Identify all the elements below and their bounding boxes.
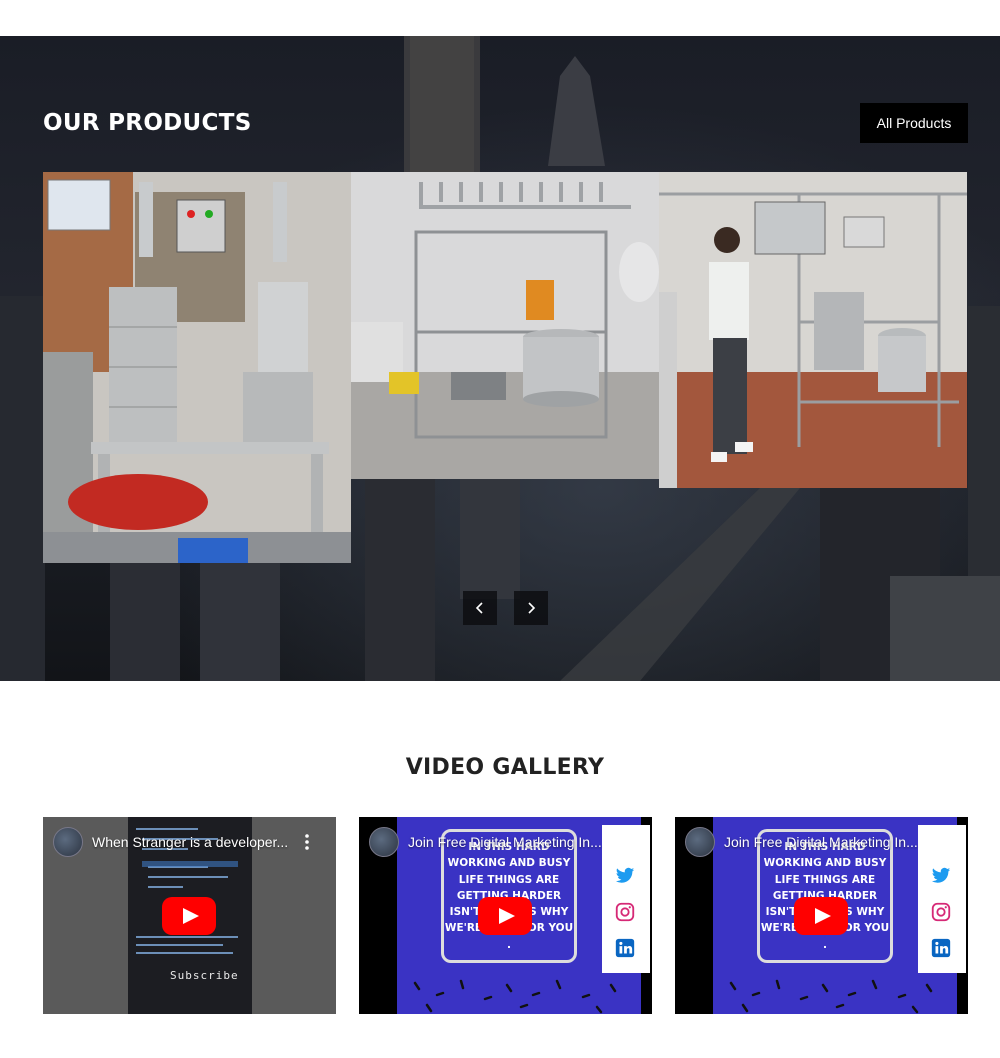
products-section: OUR PRODUCTS All Products — [0, 36, 1000, 681]
product-slide-2[interactable] — [351, 172, 659, 479]
carousel-next-button[interactable] — [514, 591, 548, 625]
video-embed-2[interactable]: IN THIS HARD WORKING AND BUSY LIFE THING… — [359, 817, 652, 1014]
youtube-play-icon[interactable] — [794, 897, 848, 935]
chevron-left-icon — [475, 602, 483, 614]
channel-avatar[interactable] — [685, 827, 715, 857]
instagram-icon — [615, 902, 635, 922]
youtube-play-icon[interactable] — [162, 897, 216, 935]
product-slide-3[interactable] — [659, 172, 967, 488]
video-embed-1[interactable]: Subscribe When Stranger is a developer..… — [43, 817, 336, 1014]
video-overlay-text: Subscribe — [170, 969, 239, 982]
product-slide-1[interactable] — [43, 172, 351, 563]
linkedin-icon — [931, 938, 951, 958]
youtube-play-icon[interactable] — [478, 897, 532, 935]
carousel-prev-button[interactable] — [463, 591, 497, 625]
video-title[interactable]: Join Free Digital Marketing In... — [724, 834, 924, 850]
more-options-icon[interactable] — [935, 833, 943, 851]
all-products-button[interactable]: All Products — [860, 103, 968, 143]
chevron-right-icon — [528, 602, 536, 614]
twitter-icon — [931, 867, 951, 883]
more-options-icon[interactable] — [619, 833, 627, 851]
more-options-icon[interactable] — [303, 833, 311, 851]
product-image-pasteurizer — [351, 172, 659, 479]
video-gallery-title: VIDEO GALLERY — [405, 755, 605, 780]
product-image-milk-plant — [659, 172, 967, 488]
instagram-icon — [931, 902, 951, 922]
channel-avatar[interactable] — [53, 827, 83, 857]
twitter-icon — [615, 867, 635, 883]
product-image-cheese-press — [43, 172, 351, 563]
video-title[interactable]: Join Free Digital Marketing In... — [408, 834, 608, 850]
channel-avatar[interactable] — [369, 827, 399, 857]
linkedin-icon — [615, 938, 635, 958]
video-embed-3[interactable]: IN THIS HARD WORKING AND BUSY LIFE THING… — [675, 817, 968, 1014]
products-title: OUR PRODUCTS — [43, 110, 252, 136]
video-title[interactable]: When Stranger is a developer... — [92, 834, 292, 850]
